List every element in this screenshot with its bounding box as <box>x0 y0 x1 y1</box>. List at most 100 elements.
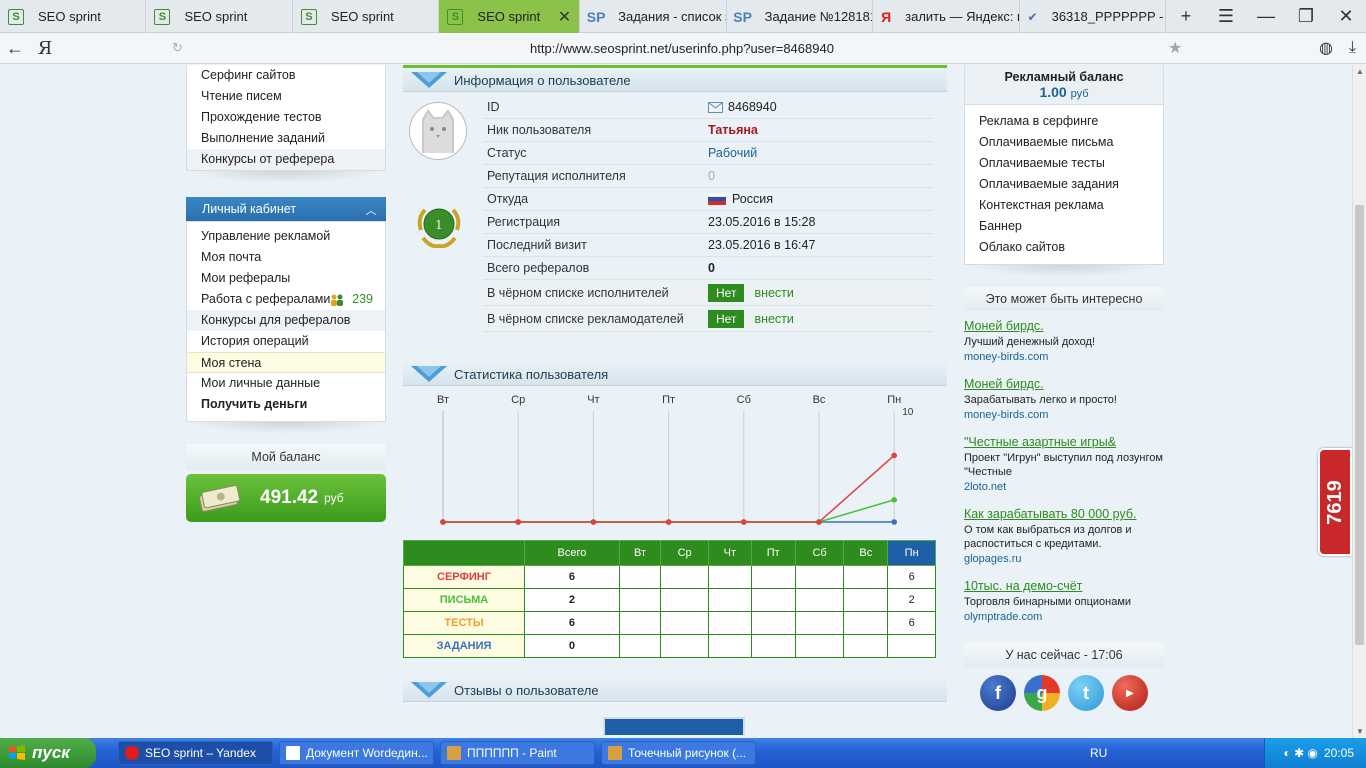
facebook-icon[interactable]: f <box>980 675 1016 711</box>
scroll-down-icon[interactable]: ▼ <box>1356 727 1364 736</box>
cabinet-item-mail[interactable]: Моя почта <box>187 247 385 268</box>
ad-url[interactable]: glopages.ru <box>964 553 1164 565</box>
paint-icon <box>447 746 461 760</box>
row-total: 0 <box>524 634 620 658</box>
chevron-up-icon[interactable]: ︿ <box>360 199 382 217</box>
browser-tab[interactable]: ✔ 36318_PPPPPPP - 3 <box>1020 0 1166 33</box>
mail-icon[interactable] <box>708 101 723 113</box>
close-window-icon[interactable]: ✕ <box>1326 0 1366 33</box>
ad-item-surfing[interactable]: Реклама в серфинге <box>979 111 1163 132</box>
seosprint-icon: S <box>154 8 171 25</box>
cabinet-item-wall[interactable]: Моя стена <box>187 352 385 373</box>
cabinet-item-referral-work[interactable]: Работа с рефералами <box>187 289 385 310</box>
day-cell <box>843 634 889 658</box>
column-header: Вс <box>843 540 889 566</box>
new-tab-button[interactable]: + <box>1166 0 1206 33</box>
scrollbar[interactable]: ▲ ▼ <box>1352 65 1366 738</box>
ad-item-tasks[interactable]: Оплачиваемые задания <box>979 174 1163 195</box>
back-arrow-icon[interactable]: ← <box>0 38 30 59</box>
cabinet-item-personal-data[interactable]: Мои личные данные <box>187 373 385 394</box>
minimize-icon[interactable]: — <box>1246 0 1286 33</box>
day-cell <box>843 588 889 612</box>
stats-table: Всего Вт Ср Чт Пт Сб Вс Пн СЕРФИНГ 6 6 ПИСЬ… <box>403 540 936 658</box>
balance-title: Мой баланс <box>186 444 386 470</box>
taskbar-item[interactable]: SEO sprint – Yandex <box>118 741 273 765</box>
browser-tab[interactable]: S SEO sprint <box>0 0 147 33</box>
menu-item-referrer-contests[interactable]: Конкурсы от реферера <box>187 149 385 170</box>
yandex-logo[interactable]: Я <box>30 38 60 59</box>
browser-tab[interactable]: S SEO sprint <box>293 0 440 33</box>
menu-item-surfing[interactable]: Серфинг сайтов <box>187 65 385 86</box>
restore-icon[interactable]: ❐ <box>1286 0 1326 33</box>
sp-icon: SP <box>586 8 606 25</box>
ad-url[interactable]: money-birds.com <box>964 351 1164 363</box>
ad-item-mail[interactable]: Оплачиваемые письма <box>979 132 1163 153</box>
browser-tab[interactable]: SP Задания - список за <box>580 0 727 33</box>
twitter-icon[interactable]: t <box>1068 675 1104 711</box>
money-icon <box>199 484 241 512</box>
menu-item-mail[interactable]: Чтение писем <box>187 86 385 107</box>
add-to-blacklist-link[interactable]: внести <box>754 286 793 300</box>
ad-title-link[interactable]: Как зарабатывать 80 000 руб. <box>964 507 1164 521</box>
start-button[interactable]: пуск <box>0 738 96 768</box>
browser-tab[interactable]: S SEO sprint <box>146 0 293 33</box>
ad-title-link[interactable]: 10тыс. на демо-счёт <box>964 579 1164 593</box>
reload-icon[interactable]: ↻ <box>172 40 196 56</box>
ad-url[interactable]: 2loto.net <box>964 481 1164 493</box>
user-id: 8468940 <box>728 100 777 114</box>
add-to-blacklist-link[interactable]: внести <box>754 312 793 326</box>
scroll-up-icon[interactable]: ▲ <box>1356 67 1364 76</box>
ad-title-link[interactable]: Моней бирдс. <box>964 319 1164 333</box>
user-last-visit: 23.05.2016 в 16:47 <box>708 238 816 252</box>
cabinet-item-referrals[interactable]: Мои рефералы 239 <box>187 268 385 306</box>
globe-icon[interactable]: ◍ <box>1319 38 1333 58</box>
triangle-icon <box>411 682 447 698</box>
cabinet-item-ads[interactable]: Управление рекламой <box>187 226 385 247</box>
column-header: Пт <box>750 540 796 566</box>
tray-icons[interactable]: ◐ ✱ ◉ <box>1284 746 1318 760</box>
scrollbar-thumb[interactable] <box>1355 205 1364 645</box>
avatar[interactable] <box>409 102 467 160</box>
ad-item-tests[interactable]: Оплачиваемые тесты <box>979 153 1163 174</box>
ad-item-context[interactable]: Контекстная реклама <box>979 195 1163 216</box>
bookmark-star-icon[interactable]: ★ <box>1168 38 1192 58</box>
info-row-last-visit: Последний визит 23.05.2016 в 16:47 <box>483 234 933 257</box>
youtube-icon[interactable]: ▶ <box>1112 675 1148 711</box>
ad-block: Моней бирдс. Лучший денежный доход! mone… <box>964 319 1164 363</box>
ad-title-link[interactable]: "Честные азартные игры& <box>964 435 1164 449</box>
ad-title-link[interactable]: Моней бирдс. <box>964 377 1164 391</box>
ad-url[interactable]: money-birds.com <box>964 409 1164 421</box>
day-cell <box>660 634 710 658</box>
taskbar-item[interactable]: Точечный рисунок (... <box>601 741 756 765</box>
menu-item-tests[interactable]: Прохождение тестов <box>187 107 385 128</box>
add-review-button[interactable] <box>603 717 745 735</box>
day-cell <box>750 588 796 612</box>
browser-tab-active[interactable]: S SEO sprint ✕ <box>439 0 581 33</box>
ad-item-banner[interactable]: Баннер <box>979 216 1163 237</box>
taskbar-item[interactable]: Документ Wordедин... <box>279 741 434 765</box>
menu-icon[interactable]: ☰ <box>1206 0 1246 33</box>
status-badge: Нет <box>708 309 745 328</box>
cabinet-header[interactable]: Личный кабинет ︿ <box>186 197 386 221</box>
browser-tab[interactable]: Я залить — Яндекс: н <box>873 0 1020 33</box>
column-header <box>403 540 525 566</box>
cabinet-item-history[interactable]: История операций <box>187 331 385 352</box>
menu-item-tasks[interactable]: Выполнение заданий <box>187 128 385 149</box>
counter-widget[interactable]: 7619 <box>1318 448 1352 556</box>
url-field[interactable]: ↻ http://www.seosprint.net/userinfo.php?… <box>172 36 1192 60</box>
ad-text: Лучший денежный доход! <box>964 336 1096 348</box>
browser-tab[interactable]: SP Задание №128181 <box>727 0 874 33</box>
close-tab-icon[interactable]: ✕ <box>558 7 571 27</box>
google-icon[interactable]: g <box>1024 675 1060 711</box>
cabinet-item-referral-contests[interactable]: Конкурсы для рефералов <box>187 310 385 331</box>
balance-box[interactable]: 491.42 руб <box>186 474 386 522</box>
cabinet-item-withdraw[interactable]: Получить деньги <box>187 394 385 415</box>
url-text[interactable]: http://www.seosprint.net/userinfo.php?us… <box>196 41 1168 56</box>
taskbar-item[interactable]: ПППППП - Paint <box>440 741 595 765</box>
right-sidebar: Рекламный баланс 1.00 руб Реклама в серф… <box>964 65 1164 711</box>
ad-item-cloud[interactable]: Облако сайтов <box>979 237 1163 258</box>
ad-text: Торговля бинарными опционами <box>964 596 1132 608</box>
language-indicator[interactable]: RU <box>1090 746 1107 760</box>
ad-url[interactable]: olymptrade.com <box>964 611 1164 623</box>
download-icon[interactable]: ⤓ <box>1349 39 1356 57</box>
